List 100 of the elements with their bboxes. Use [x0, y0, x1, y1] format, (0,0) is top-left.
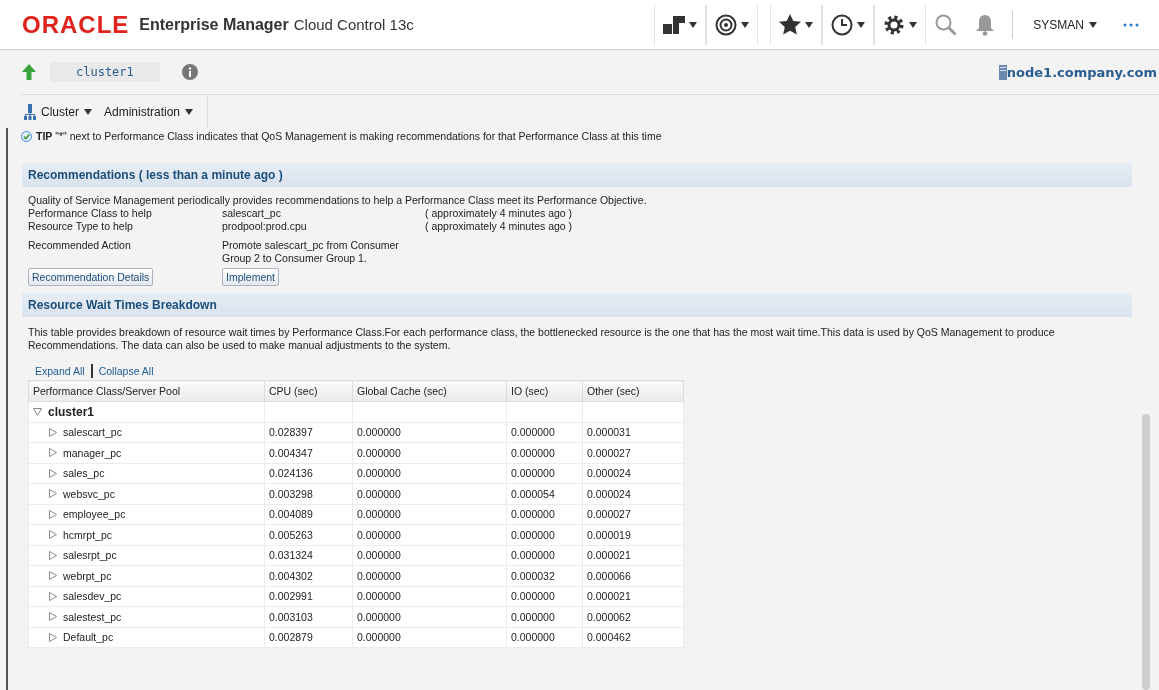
star-icon [779, 14, 802, 35]
menu-button[interactable]: Administration [104, 104, 194, 119]
product-name: Enterprise Manager [139, 15, 289, 34]
action-button[interactable]: Recommendation Details [28, 268, 154, 286]
action-button[interactable]: Implement [222, 268, 280, 286]
table-cell: cluster1 [28, 401, 265, 422]
settings-icon [883, 13, 906, 36]
table-cell: salesrpt_pc [28, 545, 265, 566]
table-cell: 0.031324 [264, 545, 353, 566]
info-icon[interactable] [181, 64, 198, 80]
collapsed-triangle-icon[interactable] [49, 448, 57, 458]
table-cell: manager_pc [28, 442, 265, 463]
clock-icon [831, 13, 854, 36]
table-cell: 0.000021 [582, 545, 684, 566]
table-cell: 0.000054 [506, 483, 583, 504]
field-note: ( approximately 4 minutes ago ) [425, 220, 574, 233]
collapsed-triangle-icon[interactable] [49, 550, 57, 560]
table-cell: 0.005263 [264, 524, 353, 545]
table-cell: 0.000062 [582, 606, 684, 627]
table-cell: 0.000000 [352, 483, 507, 504]
caret-icon [909, 21, 918, 28]
table-cell: employee_pc [28, 504, 265, 525]
table-cell: 0.000000 [352, 627, 507, 648]
host-link[interactable]: node1.company.com [1006, 64, 1157, 80]
table-cell: webrpt_pc [28, 565, 265, 586]
target-icon [715, 13, 738, 36]
table-cell: 0.000462 [582, 627, 684, 648]
tree-action-link[interactable]: Collapse All [98, 365, 154, 377]
table-cell: 0.000000 [352, 504, 507, 525]
table-cell: 0.000000 [506, 463, 583, 484]
bell-icon [975, 13, 996, 36]
collapsed-triangle-icon[interactable] [49, 530, 57, 540]
table-cell: 0.000000 [506, 606, 583, 627]
caret-icon [857, 21, 866, 28]
product-edition: Cloud Control 13c [293, 16, 414, 33]
expanded-triangle-icon[interactable] [33, 407, 42, 416]
table-cell: 0.000000 [506, 442, 583, 463]
tip-text: TIP "*" next to Performance Class indicates that QoS Management is making recommendations for that Performance Class at this time [36, 130, 662, 142]
caret-icon [185, 108, 194, 115]
section-header: Resource Wait Times Breakdown [22, 293, 1132, 317]
caret-icon [741, 21, 750, 28]
table-cell: 0.000066 [582, 565, 684, 586]
field-label: Performance Class to help [28, 207, 153, 220]
caret-icon [84, 108, 92, 115]
server-icon [998, 64, 1007, 80]
table-cell: 0.000019 [582, 524, 684, 545]
caret-icon [689, 21, 698, 28]
table-cell: 0.000024 [582, 463, 684, 484]
collapsed-triangle-icon[interactable] [49, 612, 57, 622]
table-cell: 0.000000 [352, 463, 507, 484]
table-cell: 0.000000 [352, 524, 507, 545]
caret-icon [805, 21, 814, 28]
table-cell: 0.000031 [582, 422, 684, 443]
table-cell: 0.000000 [352, 442, 507, 463]
collapsed-triangle-icon[interactable] [49, 632, 57, 642]
collapsed-triangle-icon[interactable] [49, 427, 57, 437]
column-header: IO (sec) [506, 380, 583, 402]
recommendations-description: Quality of Service Management periodically provides recommendations to help a Performance Class meet its Performance Objective. [28, 194, 648, 207]
table-cell: 0.000021 [582, 586, 684, 607]
scrollbar[interactable] [1142, 414, 1150, 690]
collapsed-triangle-icon[interactable] [49, 468, 57, 478]
table-cell: 0.000000 [352, 545, 507, 566]
column-header: CPU (sec) [264, 380, 353, 402]
collapsed-triangle-icon[interactable] [49, 571, 57, 581]
table-cell: 0.000000 [352, 422, 507, 443]
target-name-link[interactable]: cluster1 [50, 62, 160, 82]
search-icon [935, 13, 958, 36]
cluster-icon [24, 103, 36, 120]
collapsed-triangle-icon[interactable] [49, 489, 57, 499]
table-cell: 0.000000 [352, 606, 507, 627]
table-cell: salestest_pc [28, 606, 265, 627]
table-cell: 0.024136 [264, 463, 353, 484]
table-cell: salescart_pc [28, 422, 265, 443]
table-cell: websvc_pc [28, 483, 265, 504]
table-cell: 0.028397 [264, 422, 353, 443]
field-label: Resource Type to help [28, 220, 134, 233]
oracle-logo: ORACLE [22, 10, 130, 39]
table-cell: 0.000024 [582, 483, 684, 504]
column-header: Performance Class/Server Pool [28, 380, 265, 402]
section-header: Recommendations ( less than a minute ago ) [22, 163, 1132, 187]
collapsed-triangle-icon[interactable] [49, 591, 57, 601]
table-cell: 0.000000 [506, 627, 583, 648]
table-cell: 0.002991 [264, 586, 353, 607]
blocks-icon [663, 15, 686, 34]
collapsed-triangle-icon[interactable] [49, 509, 57, 519]
table-cell: Default_pc [28, 627, 265, 648]
table-cell: 0.000000 [352, 586, 507, 607]
caret-icon [1089, 21, 1097, 28]
table-cell: 0.004302 [264, 565, 353, 586]
table-cell: 0.000000 [506, 586, 583, 607]
table-cell: 0.000000 [506, 524, 583, 545]
user-menu-button[interactable]: SYSMAN [1021, 17, 1109, 32]
table-cell: 0.003298 [264, 483, 353, 504]
tree-action-link[interactable]: Expand All [35, 365, 85, 377]
breakdown-description: This table provides breakdown of resource wait times by Performance Class.For each performance class, the bottlenecked resource is the one that has the most wait time.This data is used by QoS Management to produce Recommendations. The data can also be used to make manual adjustments to the system. [28, 326, 1056, 352]
field-note: ( approximately 4 minutes ago ) [425, 207, 574, 220]
table-cell: 0.000027 [582, 504, 684, 525]
up-arrow-icon [22, 64, 36, 80]
menu-button[interactable]: Cluster [24, 103, 92, 120]
table-cell: 0.000032 [506, 565, 583, 586]
